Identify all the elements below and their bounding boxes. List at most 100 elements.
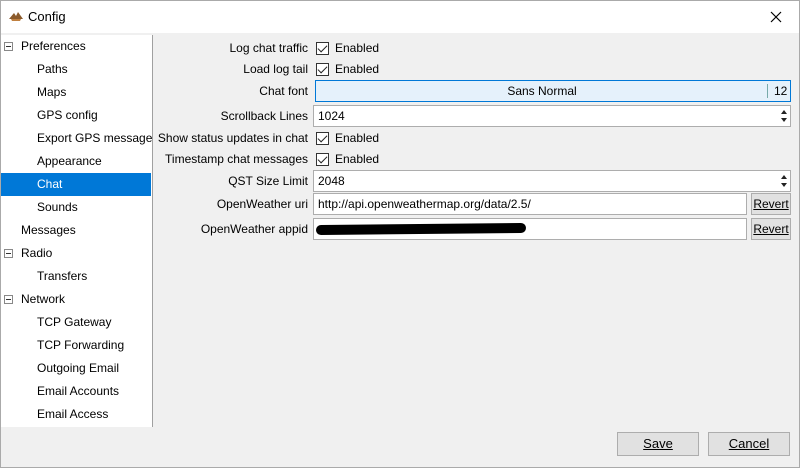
tree-item-outgoing-email[interactable]: Outgoing Email <box>1 357 151 380</box>
checkbox-label: Enabled <box>335 152 380 166</box>
chat-font-button[interactable]: Sans Normal 12 <box>315 80 791 102</box>
tree-item-label: Radio <box>21 246 53 260</box>
checkmark-icon[interactable] <box>316 41 329 55</box>
setting-label: Scrollback Lines <box>220 109 308 123</box>
setting-load-log-tail: Load log tail Enabled <box>157 58 797 80</box>
tree-item-label: Appearance <box>37 154 102 168</box>
setting-label: OpenWeather uri <box>216 197 308 211</box>
revert-appid-button[interactable]: Revert <box>751 218 791 240</box>
tree-item-appearance[interactable]: Appearance <box>1 150 151 173</box>
collapse-icon[interactable] <box>4 249 13 258</box>
collapse-icon[interactable] <box>4 42 13 51</box>
tree-item-label: Email Accounts <box>37 384 120 398</box>
openweather-appid-input[interactable] <box>313 218 747 240</box>
setting-label: OpenWeather appid <box>200 222 308 236</box>
checkmark-icon[interactable] <box>316 152 329 166</box>
checkmark-icon[interactable] <box>316 62 329 76</box>
spinbox-value: 1024 <box>318 109 345 123</box>
spin-down-icon[interactable] <box>781 118 787 122</box>
collapse-icon[interactable] <box>4 295 13 304</box>
setting-timestamp-chat: Timestamp chat messages Enabled <box>157 148 797 170</box>
close-button[interactable] <box>753 1 799 32</box>
tree-item-label: Transfers <box>37 269 88 283</box>
tree-item-tcp-gateway[interactable]: TCP Gateway <box>1 311 151 334</box>
load-log-tail-checkbox[interactable]: Enabled <box>316 62 379 76</box>
setting-label: Show status updates in chat <box>157 131 308 145</box>
spinbox-value: 2048 <box>318 174 345 188</box>
spin-up-icon[interactable] <box>781 175 787 179</box>
openweather-uri-input[interactable]: http://api.openweathermap.org/data/2.5/ <box>313 193 747 215</box>
setting-qst-size-limit: QST Size Limit 2048 <box>157 170 797 192</box>
tree-item-label: Messages <box>21 223 76 237</box>
setting-label: Load log tail <box>243 62 308 76</box>
checkbox-label: Enabled <box>335 62 380 76</box>
tree-item-label: Outgoing Email <box>37 361 120 375</box>
tree-item-label: Maps <box>37 85 67 99</box>
spin-down-icon[interactable] <box>781 183 787 187</box>
close-icon <box>770 11 782 22</box>
cancel-button[interactable]: Cancel <box>708 432 790 456</box>
font-name: Sans Normal <box>507 84 577 98</box>
tree-item-network[interactable]: Network <box>1 288 151 311</box>
setting-show-status-updates: Show status updates in chat Enabled <box>157 127 797 149</box>
cancel-label: Cancel <box>728 436 770 451</box>
tree-item-preferences[interactable]: Preferences <box>1 35 151 58</box>
tree-item-label: Network <box>21 292 66 306</box>
revert-uri-button[interactable]: Revert <box>751 193 791 215</box>
tree-item-chat[interactable]: Chat <box>1 173 151 196</box>
setting-openweather-uri: OpenWeather uri http://api.openweatherma… <box>157 193 797 215</box>
spin-up-icon[interactable] <box>781 110 787 114</box>
save-button[interactable]: Save <box>617 432 699 456</box>
tree-item-label: TCP Gateway <box>37 315 112 329</box>
setting-chat-font: Chat font Sans Normal 12 <box>157 80 797 102</box>
redaction-mark <box>315 222 527 236</box>
qst-size-limit-spinbox[interactable]: 2048 <box>313 170 791 192</box>
setting-label: Chat font <box>259 84 308 98</box>
tree-item-radio[interactable]: Radio <box>1 242 151 265</box>
tree-item-label: Sounds <box>37 200 78 214</box>
tree-item-label: Email Access <box>37 407 109 421</box>
scrollback-lines-spinbox[interactable]: 1024 <box>313 105 791 127</box>
setting-label: Log chat traffic <box>229 41 309 55</box>
checkbox-label: Enabled <box>335 131 380 145</box>
font-size: 12 <box>774 84 788 98</box>
tree-item-tcp-forwarding[interactable]: TCP Forwarding <box>1 334 151 357</box>
tree-item-email-access[interactable]: Email Access <box>1 403 151 426</box>
config-window: Config Preferences Paths Maps GPS config… <box>0 0 800 468</box>
title-bar: Config <box>1 1 799 33</box>
spin-arrows[interactable] <box>780 172 789 190</box>
tree-item-label: GPS config <box>37 108 98 122</box>
tree-item-transfers[interactable]: Transfers <box>1 265 151 288</box>
save-label: Save <box>643 436 673 451</box>
tree-item-messages[interactable]: Messages <box>1 219 151 242</box>
tree-item-label: TCP Forwarding <box>37 338 125 352</box>
tree-item-paths[interactable]: Paths <box>1 58 151 81</box>
checkmark-icon[interactable] <box>316 131 329 145</box>
spin-arrows[interactable] <box>780 107 789 125</box>
tree-item-label: Paths <box>37 62 68 76</box>
setting-openweather-appid: OpenWeather appid Revert <box>157 218 797 240</box>
revert-label: Revert <box>753 222 789 236</box>
settings-tree[interactable]: Preferences Paths Maps GPS config Export… <box>1 35 153 427</box>
setting-label: QST Size Limit <box>228 174 308 188</box>
tree-item-email-accounts[interactable]: Email Accounts <box>1 380 151 403</box>
checkbox-label: Enabled <box>335 41 380 55</box>
tree-item-label: Export GPS messages <box>37 131 153 145</box>
log-chat-traffic-checkbox[interactable]: Enabled <box>316 41 379 55</box>
tree-item-label: Chat <box>37 177 63 191</box>
show-status-updates-checkbox[interactable]: Enabled <box>316 131 379 145</box>
setting-label: Timestamp chat messages <box>165 152 308 166</box>
input-value: http://api.openweathermap.org/data/2.5/ <box>318 197 531 211</box>
setting-scrollback-lines: Scrollback Lines 1024 <box>157 105 797 127</box>
chat-settings-panel: Log chat traffic Enabled Load log tail E… <box>157 35 799 427</box>
timestamp-chat-checkbox[interactable]: Enabled <box>316 152 379 166</box>
tree-item-label: Preferences <box>21 39 86 53</box>
tree-item-gps-config[interactable]: GPS config <box>1 104 151 127</box>
tree-item-export-gps-messages[interactable]: Export GPS messages <box>1 127 153 150</box>
tree-item-maps[interactable]: Maps <box>1 81 151 104</box>
tree-item-sounds[interactable]: Sounds <box>1 196 151 219</box>
setting-log-chat-traffic: Log chat traffic Enabled <box>157 37 797 59</box>
revert-label: Revert <box>753 197 789 211</box>
window-title: Config <box>28 9 66 24</box>
app-logo-icon <box>9 12 23 21</box>
